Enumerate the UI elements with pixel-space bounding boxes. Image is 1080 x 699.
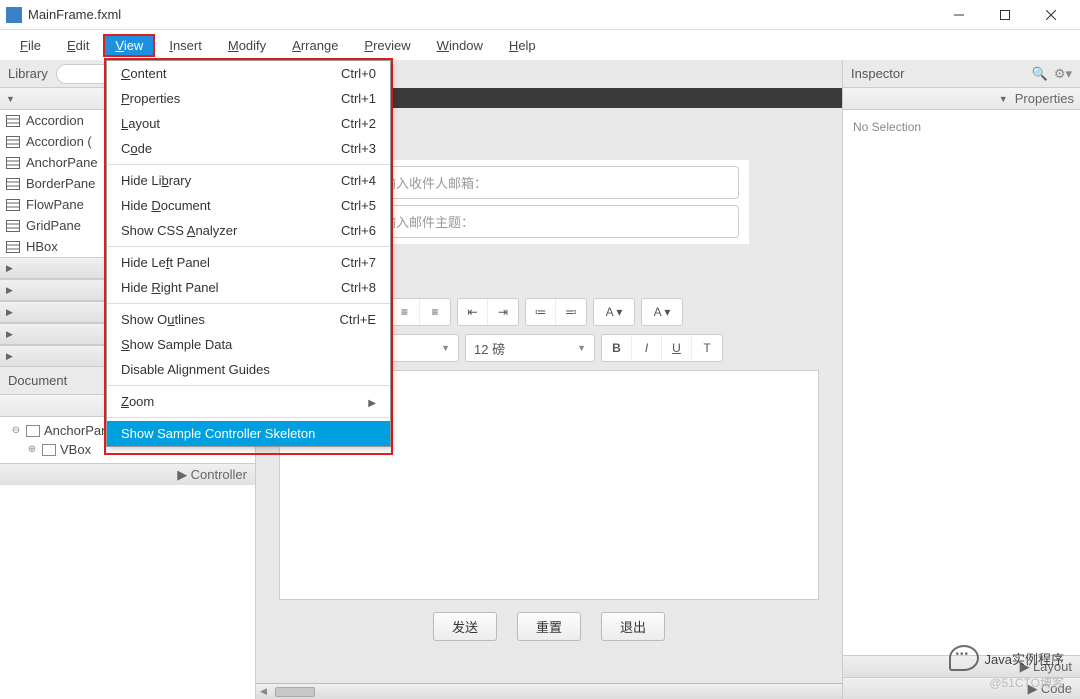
chevron-right-icon: ▶ bbox=[6, 285, 13, 296]
align-justify-button[interactable]: ≡ bbox=[420, 299, 450, 325]
properties-label: Properties bbox=[1015, 91, 1074, 106]
watermark: Java实例程序 bbox=[949, 645, 1064, 671]
view-menu-dropdown: ContentCtrl+0PropertiesCtrl+1LayoutCtrl+… bbox=[106, 60, 391, 447]
font-color-button[interactable]: A ▾ bbox=[594, 299, 634, 325]
menu-edit[interactable]: Edit bbox=[55, 34, 101, 57]
reset-button[interactable]: 重置 bbox=[517, 612, 581, 641]
container-icon bbox=[6, 156, 20, 170]
document-title: Document bbox=[8, 373, 67, 388]
action-button-row: 发送 重置 退出 bbox=[433, 612, 665, 641]
watermark-sub: @51CTO博客 bbox=[989, 674, 1064, 691]
menu-window[interactable]: Window bbox=[425, 34, 495, 57]
align-right-button[interactable]: ≡ bbox=[390, 299, 420, 325]
title-bar: MainFrame.fxml bbox=[0, 0, 1080, 30]
node-icon bbox=[42, 444, 56, 456]
container-icon bbox=[6, 219, 20, 233]
chevron-right-icon: ▶ bbox=[6, 351, 13, 362]
outdent-button[interactable]: ⇤ bbox=[458, 299, 488, 325]
maximize-button[interactable] bbox=[982, 0, 1028, 30]
menu-bar: FileEditViewInsertModifyArrangePreviewWi… bbox=[0, 30, 1080, 60]
menu-item-show-outlines[interactable]: Show OutlinesCtrl+E bbox=[107, 307, 390, 332]
subject-input[interactable]: 请输入邮件主题： bbox=[359, 205, 739, 238]
container-icon bbox=[6, 114, 20, 128]
chat-bubble-icon bbox=[949, 645, 979, 671]
chevron-down-icon: ▼ bbox=[999, 94, 1008, 104]
search-icon[interactable]: 🔍 bbox=[1032, 66, 1048, 82]
container-icon bbox=[6, 240, 20, 254]
properties-section-header[interactable]: ▼ Properties bbox=[843, 88, 1080, 110]
gear-icon[interactable]: ⚙▾ bbox=[1054, 66, 1072, 82]
number-list-button[interactable]: ≕ bbox=[556, 299, 586, 325]
chevron-right-icon: ▶ bbox=[6, 307, 13, 318]
menu-file[interactable]: File bbox=[8, 34, 53, 57]
menu-arrange[interactable]: Arrange bbox=[280, 34, 350, 57]
menu-item-properties[interactable]: PropertiesCtrl+1 bbox=[107, 86, 390, 111]
minimize-button[interactable] bbox=[936, 0, 982, 30]
menu-item-zoom[interactable]: Zoom▶ bbox=[107, 389, 390, 414]
chevron-right-icon: ▶ bbox=[177, 467, 187, 483]
underline-button[interactable]: U bbox=[662, 335, 692, 361]
menu-item-hide-right-panel[interactable]: Hide Right PanelCtrl+8 bbox=[107, 275, 390, 300]
close-button[interactable] bbox=[1028, 0, 1074, 30]
menu-item-show-sample-controller-skeleton[interactable]: Show Sample Controller Skeleton bbox=[107, 421, 390, 446]
indent-button[interactable]: ⇥ bbox=[488, 299, 518, 325]
menu-item-hide-left-panel[interactable]: Hide Left PanelCtrl+7 bbox=[107, 250, 390, 275]
font-size-combo[interactable]: 12 磅 ▼ bbox=[465, 334, 595, 362]
chevron-right-icon: ▶ bbox=[6, 263, 13, 274]
menu-help[interactable]: Help bbox=[497, 34, 548, 57]
italic-button[interactable]: I bbox=[632, 335, 662, 361]
menu-modify[interactable]: Modify bbox=[216, 34, 278, 57]
horizontal-scrollbar[interactable]: ◀ bbox=[256, 683, 842, 699]
library-title: Library bbox=[8, 66, 48, 81]
menu-preview[interactable]: Preview bbox=[352, 34, 422, 57]
exit-button[interactable]: 退出 bbox=[601, 612, 665, 641]
chevron-right-icon: ▶ bbox=[6, 329, 13, 340]
container-icon bbox=[6, 198, 20, 212]
font-size-value: 12 磅 bbox=[474, 339, 557, 358]
menu-item-content[interactable]: ContentCtrl+0 bbox=[107, 61, 390, 86]
app-icon bbox=[6, 7, 22, 23]
inspector-panel: Inspector 🔍 ⚙▾ ▼ Properties No Selection… bbox=[842, 60, 1080, 699]
strike-button[interactable]: T bbox=[692, 335, 722, 361]
chevron-down-icon: ▼ bbox=[6, 94, 15, 104]
window-title: MainFrame.fxml bbox=[28, 7, 936, 22]
menu-item-hide-library[interactable]: Hide LibraryCtrl+4 bbox=[107, 168, 390, 193]
container-icon bbox=[6, 135, 20, 149]
chevron-down-icon: ▼ bbox=[441, 343, 450, 353]
menu-item-disable-alignment-guides[interactable]: Disable Alignment Guides bbox=[107, 357, 390, 382]
editor-toolbar-row2: Segoe UI ▼ 12 磅 ▼ B I U T bbox=[329, 334, 769, 362]
bold-button[interactable]: B bbox=[602, 335, 632, 361]
menu-item-show-sample-data[interactable]: Show Sample Data bbox=[107, 332, 390, 357]
scrollbar-thumb[interactable] bbox=[275, 687, 315, 697]
form-preview: 请输入收件人邮箱： 请输入邮件主题： bbox=[349, 160, 749, 244]
expand-icon[interactable]: ⊖ bbox=[10, 425, 22, 436]
recipient-input[interactable]: 请输入收件人邮箱： bbox=[359, 166, 739, 199]
inspector-title: Inspector bbox=[851, 66, 904, 81]
expand-icon[interactable]: ⊕ bbox=[26, 444, 38, 455]
menu-item-layout[interactable]: LayoutCtrl+2 bbox=[107, 111, 390, 136]
menu-insert[interactable]: Insert bbox=[157, 34, 214, 57]
watermark-text: Java实例程序 bbox=[985, 649, 1064, 668]
bullet-list-button[interactable]: ≔ bbox=[526, 299, 556, 325]
menu-item-hide-document[interactable]: Hide DocumentCtrl+5 bbox=[107, 193, 390, 218]
no-selection-text: No Selection bbox=[843, 110, 1080, 144]
chevron-down-icon: ▼ bbox=[577, 343, 586, 353]
menu-item-code[interactable]: CodeCtrl+3 bbox=[107, 136, 390, 161]
highlight-color-button[interactable]: A ▾ bbox=[642, 299, 682, 325]
send-button[interactable]: 发送 bbox=[433, 612, 497, 641]
controller-label: Controller bbox=[191, 467, 247, 482]
container-icon bbox=[6, 177, 20, 191]
menu-view[interactable]: View bbox=[103, 34, 155, 57]
scroll-left-icon[interactable]: ◀ bbox=[256, 686, 271, 697]
node-icon bbox=[26, 425, 40, 437]
editor-toolbar-row1: ≡ ≡ ≡ ≡ ⇤ ⇥ ≔ ≕ A ▾ A ▾ bbox=[329, 298, 769, 326]
controller-section[interactable]: ▶ Controller bbox=[0, 463, 255, 485]
inspector-header: Inspector 🔍 ⚙▾ bbox=[843, 60, 1080, 88]
menu-item-show-css-analyzer[interactable]: Show CSS AnalyzerCtrl+6 bbox=[107, 218, 390, 243]
